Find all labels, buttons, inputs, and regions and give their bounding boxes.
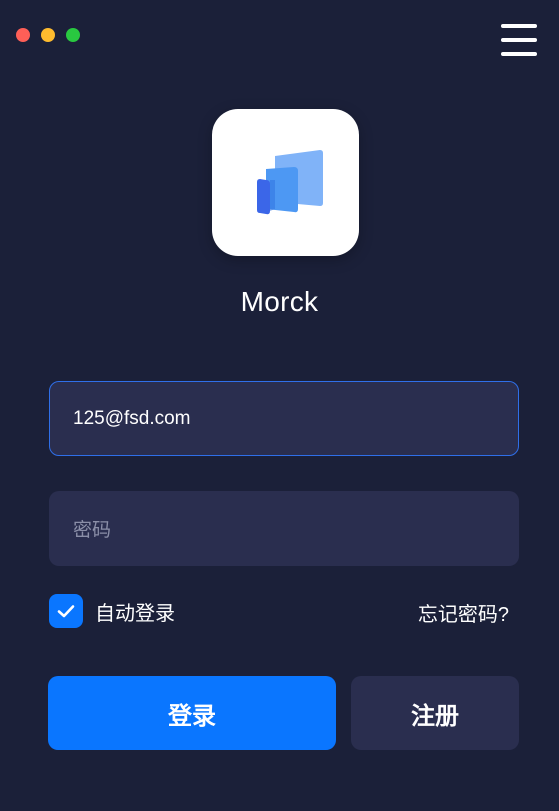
password-placeholder: 密码 [73,520,112,541]
auto-login-checkbox[interactable] [49,594,83,628]
email-field[interactable]: 125@fsd.com [49,381,519,456]
login-button[interactable]: 登录 [48,676,336,750]
email-value: 125@fsd.com [73,407,191,429]
auto-login-toggle[interactable]: 自动登录 [49,594,175,628]
hamburger-menu-icon[interactable] [501,24,537,56]
window-controls [16,28,80,42]
password-field[interactable]: 密码 [49,491,519,566]
auto-login-label: 自动登录 [95,602,175,625]
close-window-button[interactable] [16,28,30,42]
checkmark-icon [57,605,75,618]
zoom-window-button[interactable] [66,28,80,42]
stacked-windows-logo-icon [257,150,323,215]
register-button[interactable]: 注册 [351,676,519,750]
app-logo [212,109,359,256]
app-name: Morck [240,286,319,317]
forgot-password-link[interactable]: 忘记密码? [418,598,509,627]
minimize-window-button[interactable] [41,28,55,42]
login-window: Morck 125@fsd.com 密码 自动登录 忘记密码? 登录 注册 [0,0,559,811]
